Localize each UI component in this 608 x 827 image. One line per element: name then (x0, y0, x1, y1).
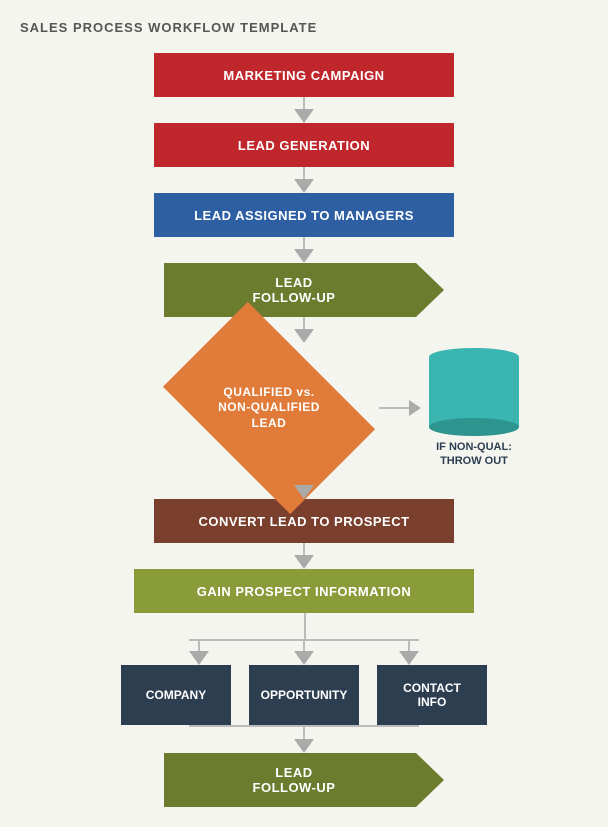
contact-info-node: CONTACTINFO (377, 665, 487, 725)
branch-vert-line (304, 613, 306, 641)
lead-followup1-text: LEADFOLLOW-UP (253, 275, 336, 305)
branch-left (189, 641, 209, 665)
lead-assigned-node: LEAD ASSIGNED TO MANAGERS (154, 193, 454, 237)
side-connector-line (379, 407, 409, 409)
marketing-campaign-node: MARKETING CAMPAIGN (154, 53, 454, 97)
qualified-text: QUALIFIED vs.NON-QUALIFIEDLEAD (218, 385, 320, 432)
arrow-down (294, 739, 314, 753)
connector-line (303, 237, 305, 249)
page-title: SALES PROCESS WORKFLOW TEMPLATE (20, 20, 598, 35)
connector-line (303, 97, 305, 109)
connector-line (303, 543, 305, 555)
gain-node: GAIN PROSPECT INFORMATION (134, 569, 474, 613)
arrow-down (399, 651, 419, 665)
branch-horiz-line (189, 639, 419, 641)
connector-line (303, 167, 305, 179)
lead-followup2-node: LEADFOLLOW-UP (164, 753, 444, 807)
arrow-down (294, 179, 314, 193)
lead-generation-node: LEAD GENERATION (154, 123, 454, 167)
branch-line (408, 641, 410, 651)
cylinder-bottom (429, 418, 519, 436)
arrow-down (294, 651, 314, 665)
arrow-down (189, 651, 209, 665)
nonqual-cylinder-container: IF NON-QUAL:THROW OUT (429, 348, 519, 469)
arrow-down (294, 249, 314, 263)
convert-node: CONVERT LEAD TO PROSPECT (154, 499, 454, 543)
contact-info-col: CONTACTINFO (377, 665, 487, 725)
lead-followup1-node: LEADFOLLOW-UP (164, 263, 444, 317)
company-col: COMPANY (121, 665, 231, 725)
lead-followup2-text: LEADFOLLOW-UP (253, 765, 336, 795)
opportunity-col: OPPORTUNITY (249, 665, 359, 725)
three-col: COMPANY OPPORTUNITY CONTACTINFO (134, 665, 474, 725)
branch-line (198, 641, 200, 651)
flowchart: MARKETING CAMPAIGN LEAD GENERATION LEAD … (10, 53, 598, 807)
branch-line (303, 641, 305, 651)
arrow-down (294, 555, 314, 569)
diamond-row: QUALIFIED vs.NON-QUALIFIEDLEAD IF NON-QU… (10, 343, 598, 473)
arrow-down (294, 109, 314, 123)
arrow-down (294, 329, 314, 343)
converge-vert-line (303, 727, 305, 739)
nonqual-text: IF NON-QUAL:THROW OUT (436, 440, 512, 469)
branch-right (399, 641, 419, 665)
branch-center (294, 641, 314, 665)
side-arrow-right (409, 400, 421, 416)
qualified-diamond-node: QUALIFIED vs.NON-QUALIFIEDLEAD (169, 343, 369, 473)
company-node: COMPANY (121, 665, 231, 725)
opportunity-node: OPPORTUNITY (249, 665, 359, 725)
cylinder-body (429, 357, 519, 427)
connector-line (303, 317, 305, 329)
arrow-down (294, 485, 314, 499)
